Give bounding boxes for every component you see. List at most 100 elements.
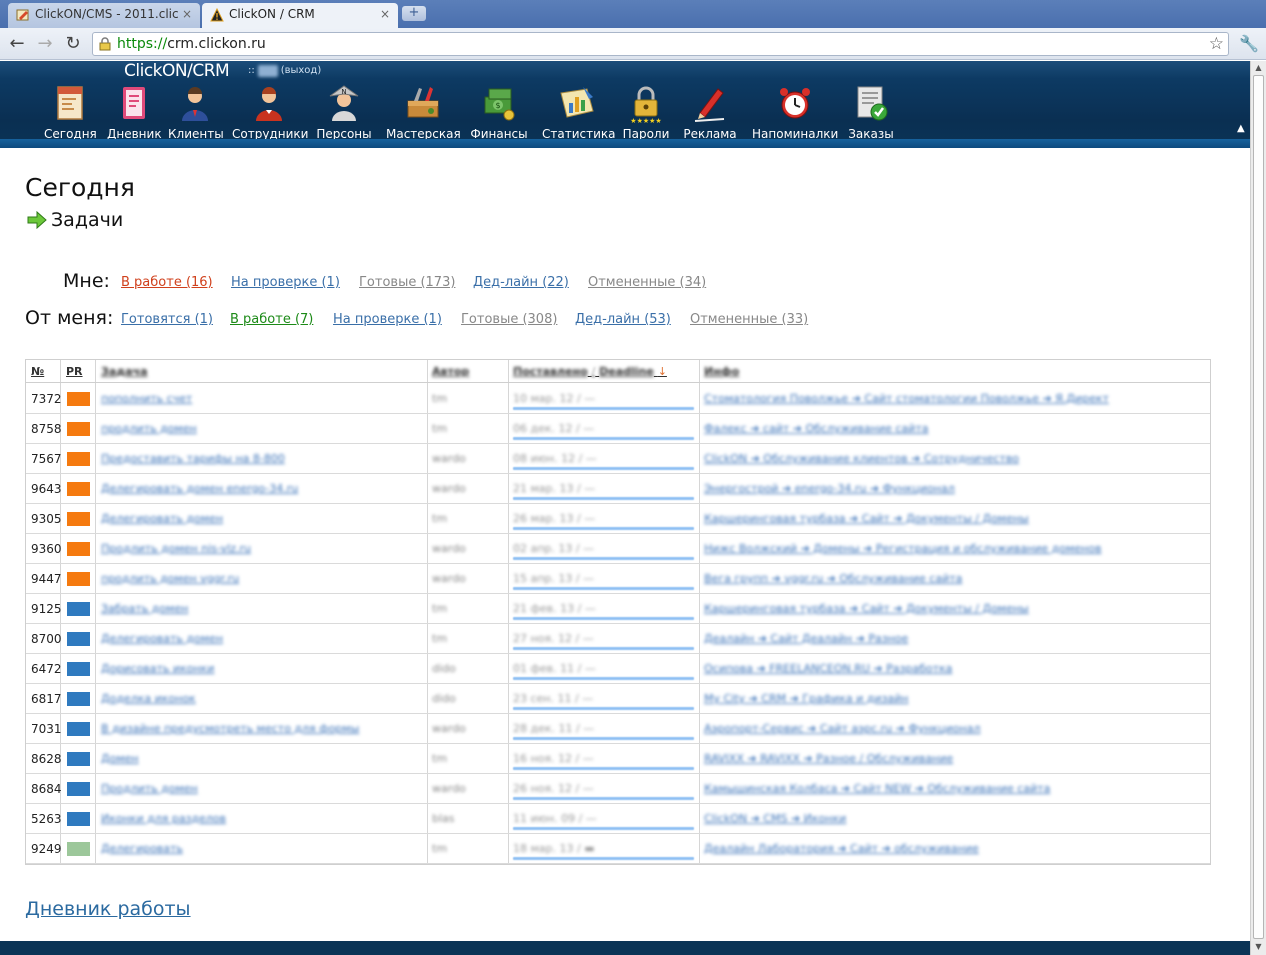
task-link[interactable]: Забрать домен bbox=[101, 602, 188, 615]
task-info-links[interactable]: ClickON ➜ Обслуживание клиентов ➜ Сотруд… bbox=[704, 452, 1019, 465]
table-row[interactable]: 9305 Делегировать домен tm 26 мар. 13 / — Ка… bbox=[26, 504, 1210, 534]
new-tab-button[interactable]: + bbox=[402, 6, 426, 21]
task-info-links[interactable]: Нижс Волжский ➜ Домены ➜ Регистрация и о… bbox=[704, 542, 1101, 555]
task-link[interactable]: Делегировать bbox=[101, 842, 183, 855]
tab-clickon-cms[interactable]: ClickON/CMS - 2011.clic × bbox=[8, 3, 200, 28]
task-link[interactable]: Делегировать домен energo-34.ru bbox=[101, 482, 298, 495]
module-reminders[interactable]: Напоминалки bbox=[752, 83, 838, 141]
table-row[interactable]: 8758 продлить домен tm 06 дек. 12 / — Фалекс… bbox=[26, 414, 1210, 444]
column-header-pr[interactable]: PR bbox=[66, 365, 83, 378]
task-info-links[interactable]: Фалекс ➜ сайт ➜ Обслуживание сайта bbox=[704, 422, 928, 435]
task-info-links[interactable]: Камышинская Колбаса ➜ Сайт NEW ➜ Обслужи… bbox=[704, 782, 1050, 795]
filter-from-me-cancelled[interactable]: Отмененные (33) bbox=[690, 312, 808, 328]
diary-link[interactable]: Дневник работы bbox=[25, 898, 191, 920]
task-link[interactable]: Делегировать домен bbox=[101, 512, 223, 525]
table-row[interactable]: 9125 Забрать домен tm 21 фев. 13 / — Каршери… bbox=[26, 594, 1210, 624]
crm-logo[interactable]: ClickON/CRM bbox=[124, 61, 230, 81]
scrollbar-thumb[interactable] bbox=[1253, 75, 1264, 939]
task-info-links[interactable]: Энергострой ➜ energo-34.ru ➜ Функционал bbox=[704, 482, 955, 495]
reload-button[interactable]: ↻ bbox=[62, 33, 84, 55]
task-link[interactable]: Продлить домен bbox=[101, 782, 198, 795]
module-ads[interactable]: Реклама bbox=[682, 83, 738, 141]
filter-mine-review[interactable]: На проверке (1) bbox=[231, 275, 340, 291]
column-header-posted[interactable]: Поставлено bbox=[513, 365, 588, 378]
filter-mine-deadline[interactable]: Дед-лайн (22) bbox=[473, 275, 569, 291]
module-workshop[interactable]: Мастерская bbox=[386, 83, 461, 141]
module-finance[interactable]: $ Финансы bbox=[470, 83, 528, 141]
column-header-task[interactable]: Задача bbox=[101, 365, 148, 378]
task-info-links[interactable]: RAVIXX ➜ RAVIXX ➜ Разное / Обслуживание bbox=[704, 752, 953, 765]
column-header-author[interactable]: Автор bbox=[432, 365, 469, 378]
filter-mine-in-progress[interactable]: В работе (16) bbox=[121, 275, 213, 291]
table-row[interactable]: 5263 Иконки для разделов blas 11 июн. 09 / … bbox=[26, 804, 1210, 834]
table-row[interactable]: 8628 Домен tm 16 ноя. 12 / — RAVIXX ➜ RAVIXX… bbox=[26, 744, 1210, 774]
table-row[interactable]: 9643 Делегировать домен energo-34.ru wardo… bbox=[26, 474, 1210, 504]
scroll-up-icon[interactable]: ▲ bbox=[1253, 62, 1264, 74]
task-link[interactable]: Дорисовать иконки bbox=[101, 662, 214, 675]
module-today[interactable]: Сегодня bbox=[44, 83, 97, 141]
module-employees[interactable]: Сотрудники bbox=[232, 83, 308, 141]
address-bar[interactable]: https://crm.clickon.ru ☆ bbox=[92, 32, 1229, 56]
table-row[interactable]: 7372 пополнить счет tm 10 мар. 12 / — Стомат… bbox=[26, 384, 1210, 414]
table-row[interactable]: 9447 продлить домен vggr.ru wardo 15 апр. 1… bbox=[26, 564, 1210, 594]
table-row[interactable]: 6472 Дорисовать иконки dido 01 фев. 11 / — О… bbox=[26, 654, 1210, 684]
task-info-links[interactable]: Стоматология Поволжье ➜ Сайт стоматологи… bbox=[704, 392, 1109, 405]
logout-link[interactable]: (выход) bbox=[281, 65, 322, 76]
task-link[interactable]: Доделка иконок bbox=[101, 692, 196, 705]
wrench-menu-icon[interactable]: 🔧 bbox=[1238, 33, 1260, 55]
task-info-links[interactable]: Каршеринговая турбаза ➜ Сайт ➜ Документы… bbox=[704, 512, 1029, 525]
task-link[interactable]: Домен bbox=[101, 752, 139, 765]
task-info-links[interactable]: Аэропорт-Сервис ➜ Сайт аэрс.ru ➜ Функцио… bbox=[704, 722, 981, 735]
priority-indicator bbox=[67, 602, 90, 616]
task-info-links[interactable]: Деалайн Лаборатория ➜ Сайт ➜ обслуживани… bbox=[704, 842, 979, 855]
table-row[interactable]: 7031 В дизайне предусмотреть место для фо… bbox=[26, 714, 1210, 744]
table-row[interactable]: 9360 Продлить домен nis-vlz.ru wardo 02 апр… bbox=[26, 534, 1210, 564]
scroll-down-icon[interactable]: ▼ bbox=[1253, 941, 1264, 953]
tab-clickon-crm[interactable]: ClickON / CRM × bbox=[202, 3, 398, 28]
close-tab-icon[interactable]: × bbox=[182, 3, 192, 25]
filter-from-me-done[interactable]: Готовые (308) bbox=[461, 312, 557, 328]
task-link[interactable]: В дизайне предусмотреть место для формы bbox=[101, 722, 359, 735]
close-tab-icon[interactable]: × bbox=[380, 3, 390, 25]
table-row[interactable]: 8700 Делегировать домен tm 27 ноя. 12 / — Де… bbox=[26, 624, 1210, 654]
table-row[interactable]: 8684 Продлить домен wardo 26 ноя. 12 / — Кам… bbox=[26, 774, 1210, 804]
task-link[interactable]: Предоставить тарифы на 8-800 bbox=[101, 452, 285, 465]
module-diary[interactable]: Дневник bbox=[107, 83, 162, 141]
filter-from-me-deadline[interactable]: Дед-лайн (53) bbox=[575, 312, 671, 328]
task-link[interactable]: Делегировать домен bbox=[101, 632, 223, 645]
filter-mine-cancelled[interactable]: Отмененные (34) bbox=[588, 275, 706, 291]
task-link[interactable]: продлить домен bbox=[101, 422, 197, 435]
collapse-header-icon[interactable]: ▲ bbox=[1237, 124, 1249, 134]
task-info-links[interactable]: Вега групп ➜ vggr.ru ➜ Обслуживание сайт… bbox=[704, 572, 962, 585]
task-info-links[interactable]: My City ➜ CRM ➜ Графика и дизайн bbox=[704, 692, 909, 705]
column-header-info[interactable]: Инфо bbox=[704, 365, 739, 378]
filter-mine-done[interactable]: Готовые (173) bbox=[359, 275, 455, 291]
task-link[interactable]: продлить домен vggr.ru bbox=[101, 572, 239, 585]
module-clients[interactable]: Клиенты bbox=[168, 83, 224, 141]
table-row[interactable]: 7567 Предоставить тарифы на 8-800 wardo 08 … bbox=[26, 444, 1210, 474]
module-passwords[interactable]: ★★★★★ Пароли bbox=[621, 83, 671, 141]
column-header-num[interactable]: № bbox=[31, 365, 44, 378]
module-orders[interactable]: Заказы bbox=[848, 83, 894, 141]
task-link[interactable]: пополнить счет bbox=[101, 392, 192, 405]
bookmark-star-icon[interactable]: ☆ bbox=[1209, 33, 1224, 55]
task-link[interactable]: Иконки для разделов bbox=[101, 812, 226, 825]
task-info-links[interactable]: ClickON ➜ CMS ➜ Иконки bbox=[704, 812, 846, 825]
table-row[interactable]: 6817 Доделка иконок dido 23 сен. 11 / — My C… bbox=[26, 684, 1210, 714]
module-persons[interactable]: N Персоны bbox=[315, 83, 373, 141]
filter-from-me-review[interactable]: На проверке (1) bbox=[333, 312, 442, 328]
task-info-links[interactable]: Осипова ➜ FREELANCEON.RU ➜ Разработка bbox=[704, 662, 952, 675]
column-header-deadline[interactable]: Deadline bbox=[599, 365, 654, 378]
task-info-links[interactable]: Деалайн ➜ Сайт Деалайн ➜ Разное bbox=[704, 632, 908, 645]
forward-button[interactable]: → bbox=[34, 33, 56, 55]
username-blurred[interactable]: blur bbox=[257, 65, 278, 77]
filter-from-me-preparing[interactable]: Готовятся (1) bbox=[121, 312, 213, 328]
module-statistics[interactable]: Статистика bbox=[542, 83, 616, 141]
back-button[interactable]: ← bbox=[6, 33, 28, 55]
filter-from-me-in-progress[interactable]: В работе (7) bbox=[230, 312, 313, 328]
vertical-scrollbar[interactable]: ▲ ▼ bbox=[1250, 61, 1266, 955]
table-row[interactable]: 9249 Делегировать tm 18 мар. 13 / ▬ Деалайн … bbox=[26, 834, 1210, 864]
pen-icon bbox=[694, 88, 725, 122]
task-link[interactable]: Продлить домен nis-vlz.ru bbox=[101, 542, 251, 555]
task-info-links[interactable]: Каршеринговая турбаза ➜ Сайт ➜ Документы… bbox=[704, 602, 1029, 615]
